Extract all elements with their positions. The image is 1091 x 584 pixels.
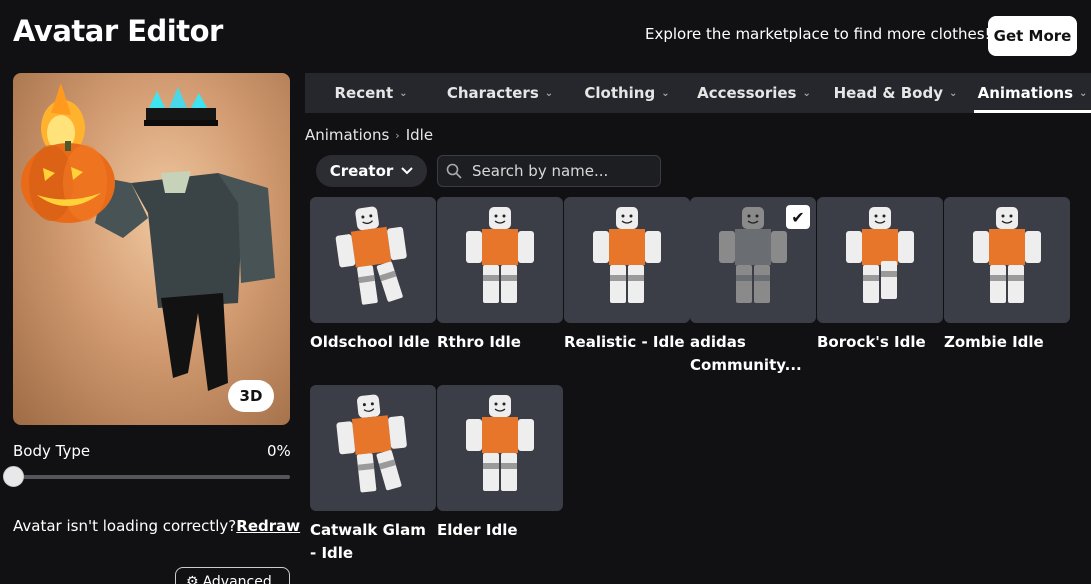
get-more-button[interactable]: Get More: [988, 16, 1077, 56]
pumpkin-head: [21, 141, 115, 223]
item-name: Catwalk Glam - Idle: [310, 521, 426, 562]
advanced-button[interactable]: ⚙ Advanced: [175, 567, 290, 584]
item-card[interactable]: ✔ adidas Community...: [690, 197, 816, 377]
tab-label: Recent: [334, 84, 394, 102]
item-thumbnail[interactable]: [310, 385, 436, 511]
breadcrumb-current: Idle: [405, 126, 434, 144]
item-name: Elder Idle: [437, 521, 518, 539]
body-type-label: Body Type: [13, 442, 91, 460]
avatar-figure: [21, 83, 275, 391]
item-name: Realistic - Idle: [564, 333, 685, 351]
item-thumbnail[interactable]: [437, 197, 563, 323]
avatar-thumbnail-icon: [335, 206, 407, 305]
search-icon: [446, 163, 462, 179]
chevron-down-icon: [401, 167, 413, 175]
tab-label: Accessories: [697, 84, 797, 102]
avatar-thumbnail-icon: [466, 395, 534, 491]
category-tabs: Recent ⌄ Characters ⌄ Clothing ⌄ Accessorie…: [305, 73, 1091, 113]
redraw-question: Avatar isn't loading correctly?: [13, 517, 237, 535]
item-card[interactable]: Catwalk Glam - Idle: [310, 385, 436, 565]
item-name: adidas Community...: [690, 333, 802, 374]
item-card[interactable]: Zombie Idle: [944, 197, 1070, 354]
avatar-thumbnail-icon: [466, 207, 534, 303]
item-card[interactable]: Rthro Idle: [437, 197, 563, 354]
tab-label: Head & Body: [833, 84, 943, 102]
redraw-link[interactable]: Redraw: [236, 517, 300, 535]
advanced-label: Advanced: [202, 574, 272, 584]
tab-clothing[interactable]: Clothing ⌄: [563, 73, 691, 113]
body-type-slider-thumb[interactable]: [3, 466, 24, 487]
item-thumbnail[interactable]: [817, 197, 943, 323]
item-name: Zombie Idle: [944, 333, 1044, 351]
tab-characters[interactable]: Characters ⌄: [437, 73, 563, 113]
chevron-down-icon: ⌄: [544, 87, 554, 99]
item-thumbnail[interactable]: ✔: [690, 197, 816, 323]
tab-recent[interactable]: Recent ⌄: [305, 73, 437, 113]
chevron-right-icon: ›: [395, 128, 400, 142]
toggle-3d-button[interactable]: 3D: [228, 380, 274, 412]
item-card[interactable]: Elder Idle: [437, 385, 563, 542]
redraw-prompt: Avatar isn't loading correctly?Redraw: [13, 517, 300, 535]
item-name: Borock's Idle: [817, 333, 926, 351]
item-card[interactable]: Borock's Idle: [817, 197, 943, 354]
chevron-down-icon: ⌄: [948, 87, 958, 99]
breadcrumb: Animations › Idle: [305, 126, 433, 144]
gear-icon: ⚙: [186, 574, 199, 584]
avatar-preview[interactable]: 3D: [13, 73, 290, 425]
item-card[interactable]: Realistic - Idle: [564, 197, 690, 354]
item-thumbnail[interactable]: [564, 197, 690, 323]
breadcrumb-parent[interactable]: Animations: [305, 126, 389, 144]
marketplace-promo-text: Explore the marketplace to find more clo…: [645, 25, 991, 43]
chevron-down-icon: ⌄: [661, 87, 670, 99]
avatar-thumbnail-icon: [336, 394, 407, 493]
tab-head-body[interactable]: Head & Body ⌄: [817, 73, 974, 113]
item-thumbnail[interactable]: [437, 385, 563, 511]
avatar-thumbnail-icon: [593, 207, 661, 303]
avatar-thumbnail-icon: [846, 207, 914, 303]
tab-animations[interactable]: Animations ⌄: [974, 73, 1091, 113]
crown-accessory: [144, 87, 218, 126]
chevron-down-icon: ⌄: [802, 87, 811, 99]
item-thumbnail[interactable]: [310, 197, 436, 323]
chevron-down-icon: ⌄: [399, 87, 408, 99]
tab-label: Animations: [977, 84, 1073, 102]
item-thumbnail[interactable]: [944, 197, 1070, 323]
item-name: Rthro Idle: [437, 333, 521, 351]
item-name: Oldschool Idle: [310, 333, 430, 351]
body-type-value: 0%: [267, 442, 291, 460]
chevron-down-icon: ⌄: [1079, 87, 1088, 99]
item-card[interactable]: Oldschool Idle: [310, 197, 436, 354]
creator-filter-dropdown[interactable]: Creator: [316, 155, 427, 187]
body-type-slider-track[interactable]: [13, 475, 290, 479]
creator-label: Creator: [329, 162, 394, 180]
tab-label: Characters: [446, 84, 539, 102]
page-title: Avatar Editor: [13, 14, 223, 48]
tab-accessories[interactable]: Accessories ⌄: [691, 73, 817, 113]
search-box: [437, 155, 661, 187]
avatar-thumbnail-icon: [973, 207, 1041, 303]
search-input[interactable]: [472, 162, 652, 180]
checkmark-icon: ✔: [786, 205, 810, 229]
tab-label: Clothing: [584, 84, 656, 102]
